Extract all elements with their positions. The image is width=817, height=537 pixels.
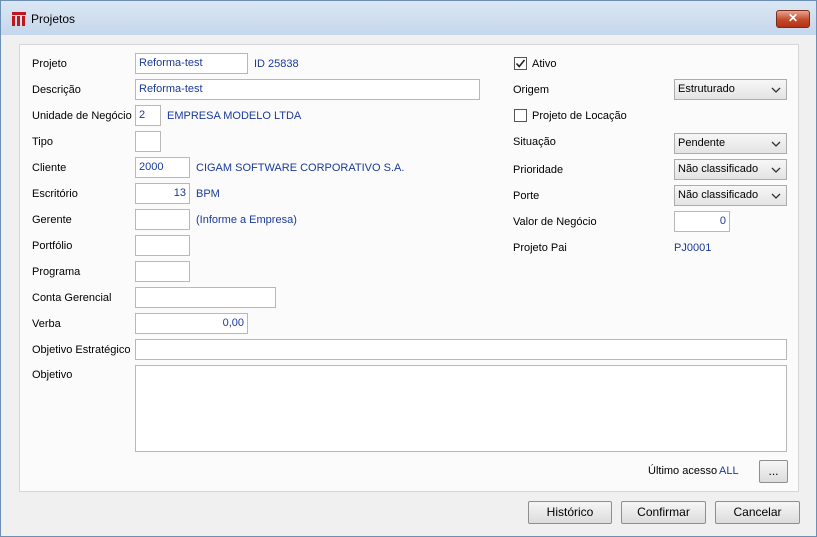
escritorio-label: Escritório (32, 188, 78, 200)
chevron-down-icon (771, 193, 781, 199)
gerente-label: Gerente (32, 214, 72, 226)
verba-input[interactable]: 0,00 (135, 313, 248, 334)
unidade-label: Unidade de Negócio (32, 110, 132, 122)
situacao-label: Situação (513, 136, 556, 148)
verba-label: Verba (32, 318, 61, 330)
projetos-window: Projetos ✕ Projeto Reforma-test ID 25838… (0, 0, 817, 537)
ativo-label: Ativo (532, 58, 557, 70)
app-logo-icon (12, 12, 26, 26)
projeto-pai-value[interactable]: PJ0001 (674, 242, 711, 254)
projeto-pai-label: Projeto Pai (513, 242, 567, 254)
cancelar-button[interactable]: Cancelar (715, 501, 800, 524)
chevron-down-icon (771, 87, 781, 93)
ellipsis-button[interactable]: ... (759, 460, 788, 483)
locacao-checkbox[interactable] (514, 109, 527, 122)
historico-button[interactable]: Histórico (528, 501, 612, 524)
origem-label: Origem (513, 84, 550, 96)
valor-negocio-label: Valor de Negócio (513, 216, 597, 228)
ativo-checkbox[interactable] (514, 57, 527, 70)
locacao-label: Projeto de Locação (532, 110, 627, 122)
origem-select[interactable]: Estruturado (674, 79, 787, 100)
cliente-label: Cliente (32, 162, 67, 174)
objetivo-textarea[interactable] (135, 365, 787, 452)
check-icon (515, 59, 526, 68)
prioridade-value: Não classificado (678, 163, 759, 175)
ultimo-acesso-value: ALL (719, 465, 739, 477)
prioridade-select[interactable]: Não classificado (674, 159, 787, 180)
porte-label: Porte (513, 190, 540, 202)
valor-negocio-input[interactable]: 0 (674, 211, 730, 232)
escritorio-name: BPM (196, 188, 220, 200)
title-bar[interactable]: Projetos ✕ (1, 1, 816, 35)
descricao-label: Descrição (32, 84, 81, 96)
cliente-name: CIGAM SOFTWARE CORPORATIVO S.A. (196, 162, 405, 174)
objetivo-estrategico-input[interactable] (135, 339, 787, 360)
cliente-input[interactable]: 2000 (135, 157, 190, 178)
cancelar-label: Cancelar (733, 505, 782, 519)
window-title: Projetos (31, 12, 76, 26)
historico-label: Histórico (546, 505, 594, 519)
tipo-input[interactable] (135, 131, 161, 152)
prioridade-label: Prioridade (513, 164, 564, 176)
programa-input[interactable] (135, 261, 190, 282)
descricao-input[interactable]: Reforma-test (135, 79, 480, 100)
chevron-down-icon (771, 141, 781, 147)
porte-select[interactable]: Não classificado (674, 185, 787, 206)
objetivo-label: Objetivo (32, 369, 73, 381)
porte-value: Não classificado (678, 189, 759, 201)
confirmar-label: Confirmar (637, 505, 690, 519)
portfolio-label: Portfólio (32, 240, 73, 252)
origem-value: Estruturado (678, 83, 735, 95)
situacao-value: Pendente (678, 137, 726, 149)
projeto-input[interactable]: Reforma-test (135, 53, 248, 74)
projeto-id: ID 25838 (254, 58, 299, 70)
confirmar-button[interactable]: Confirmar (621, 501, 706, 524)
gerente-hint: (Informe a Empresa) (196, 214, 297, 226)
conta-gerencial-input[interactable] (135, 287, 276, 308)
escritorio-input[interactable]: 13 (135, 183, 190, 204)
unidade-input[interactable]: 2 (135, 105, 161, 126)
unidade-name: EMPRESA MODELO LTDA (167, 110, 302, 122)
chevron-down-icon (771, 167, 781, 173)
gerente-input[interactable] (135, 209, 190, 230)
situacao-select[interactable]: Pendente (674, 133, 787, 154)
projeto-label: Projeto (32, 58, 67, 70)
ultimo-acesso-label: Último acesso (648, 465, 718, 477)
close-button[interactable]: ✕ (776, 10, 810, 28)
programa-label: Programa (32, 266, 81, 278)
objetivo-estrategico-label: Objetivo Estratégico (32, 344, 131, 356)
conta-gerencial-label: Conta Gerencial (32, 292, 112, 304)
portfolio-input[interactable] (135, 235, 190, 256)
tipo-label: Tipo (32, 136, 53, 148)
close-icon: ✕ (787, 11, 799, 25)
